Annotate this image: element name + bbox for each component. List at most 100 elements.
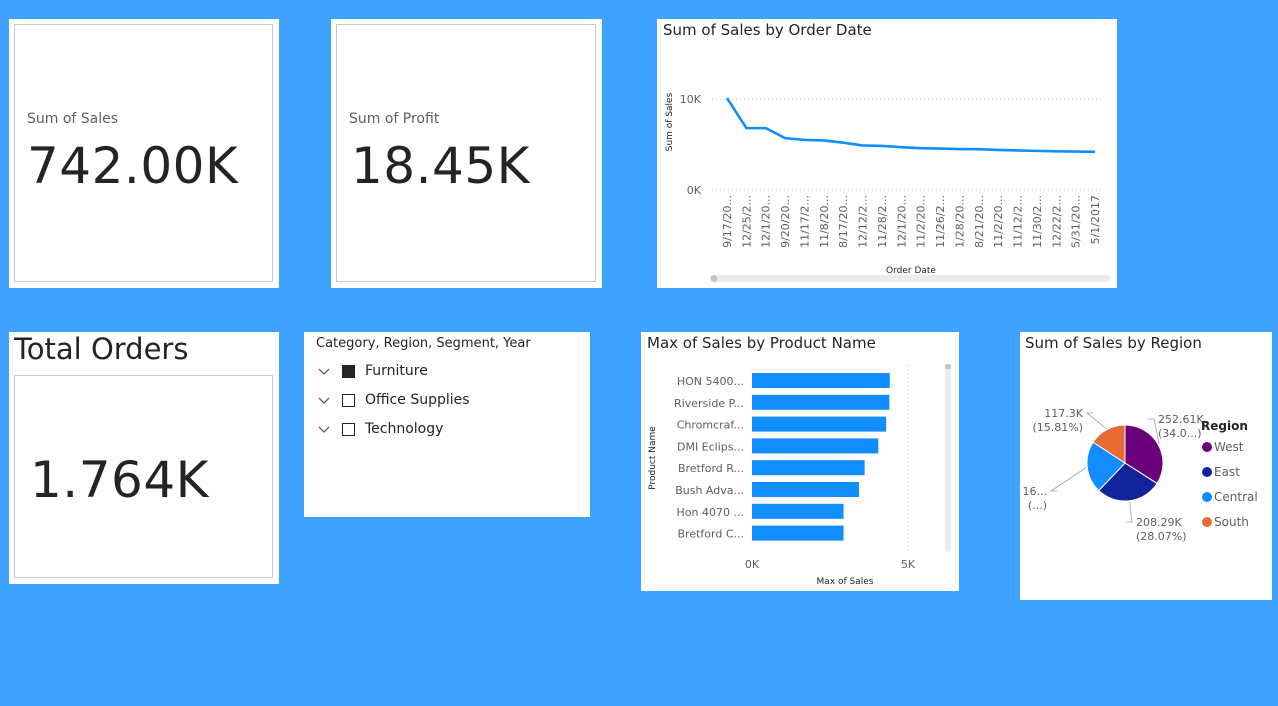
- x-tick-label: 12/12/2...: [857, 195, 870, 248]
- x-tick-label: 8/21/20...: [973, 195, 986, 248]
- profit-card[interactable]: Sum of Profit 18.45K: [331, 19, 602, 288]
- x-tick-label: 5/31/20...: [1070, 195, 1083, 248]
- legend-marker: [1202, 467, 1212, 477]
- legend-label: Central: [1214, 490, 1258, 504]
- y-tick-label: Chromcraf...: [677, 419, 744, 432]
- sales-by-region-chart[interactable]: Sum of Sales by Region 252.61K (34.0...) 2…: [1020, 332, 1272, 600]
- legend-label: East: [1214, 465, 1240, 479]
- y-tick-label: Riverside P...: [674, 397, 744, 410]
- x-axis-title: Order Date: [886, 266, 936, 276]
- slicer-item-label: Furniture: [365, 363, 428, 379]
- bar: [752, 373, 890, 388]
- x-tick-label: 11/26/2...: [934, 195, 947, 248]
- bar: [752, 394, 890, 410]
- leader-line: [1085, 412, 1107, 430]
- y-tick-label: DMI Eclips...: [677, 440, 744, 453]
- y-tick-label: Hon 4070 ...: [677, 506, 744, 519]
- slicer-header: Category, Region, Segment, Year: [316, 336, 531, 351]
- y-tick-label: Bush Adva...: [675, 484, 744, 497]
- x-tick-label: 12/1/20...: [895, 195, 908, 248]
- max-sales-by-product-chart[interactable]: Max of Sales by Product Name HON 5400...…: [641, 332, 959, 591]
- slicer-item-office-supplies[interactable]: Office Supplies: [316, 389, 470, 411]
- orders-card-value: 1.764K: [30, 451, 209, 509]
- profit-card-frame: Sum of Profit 18.45K: [336, 24, 596, 282]
- sales-card[interactable]: Sum of Sales 742.00K: [9, 19, 279, 288]
- x-tick-label: 11/2/20...: [992, 195, 1005, 248]
- slicer-item-furniture[interactable]: Furniture: [316, 360, 428, 382]
- data-label: (15.81%): [1032, 421, 1083, 434]
- pie-chart-plot: 252.61K(34.0...) 208.29K(28.07%) 16...(...…: [1023, 407, 1258, 543]
- x-tick-label: 11/30/2...: [1031, 195, 1044, 248]
- bar: [752, 503, 844, 519]
- slicer-item-technology[interactable]: Technology: [316, 418, 443, 440]
- legend-marker: [1202, 492, 1212, 502]
- x-tick-label: 9/20/20...: [779, 195, 792, 248]
- y-axis-title: Product Name: [648, 426, 658, 490]
- x-tick-label: 5K: [901, 558, 916, 571]
- data-label: 16...: [1023, 485, 1048, 498]
- legend-label: South: [1214, 515, 1249, 529]
- data-label: 117.3K: [1044, 407, 1083, 420]
- x-tick-label: 11/28/2...: [876, 195, 889, 248]
- data-label: 252.61K: [1158, 413, 1204, 426]
- category-slicer[interactable]: Category, Region, Segment, Year Furnitur…: [304, 332, 590, 517]
- x-tick-label: 11/12/2...: [1012, 195, 1025, 248]
- profit-card-value: 18.45K: [351, 137, 530, 195]
- bar: [752, 525, 844, 541]
- legend-title: Region: [1201, 419, 1248, 433]
- y-tick-label: 10K: [680, 93, 702, 106]
- x-tick-label: 11/8/20...: [818, 195, 831, 248]
- y-axis-title: Sum of Sales: [665, 92, 675, 151]
- chevron-down-icon[interactable]: [316, 364, 332, 378]
- bar-chart-plot: HON 5400... Riverside P... Chromcraf... DMI…: [648, 364, 951, 587]
- x-tick-label: 12/25/2...: [740, 195, 753, 248]
- orders-card[interactable]: Total Orders 1.764K: [9, 332, 279, 584]
- chevron-down-icon[interactable]: [316, 393, 332, 407]
- scrollbar-track: [945, 364, 951, 552]
- slicer-item-label: Office Supplies: [365, 392, 470, 408]
- orders-card-frame: 1.764K: [14, 375, 273, 578]
- checkbox-technology[interactable]: [342, 422, 355, 436]
- x-tick-label: 12/1/20...: [760, 195, 773, 248]
- chevron-down-icon[interactable]: [316, 422, 332, 436]
- data-label: (28.07%): [1136, 530, 1187, 543]
- x-tick-label: 11/2/20...: [915, 195, 928, 248]
- series-line: [725, 97, 1096, 154]
- bar: [752, 438, 879, 454]
- sales-card-value: 742.00K: [27, 137, 239, 195]
- x-tick-label: 11/17/2...: [798, 195, 811, 248]
- checkbox-furniture[interactable]: [342, 364, 355, 378]
- legend-label: West: [1214, 440, 1244, 454]
- leader-line: [1049, 467, 1087, 492]
- profit-card-label: Sum of Profit: [349, 111, 440, 127]
- sales-card-frame: Sum of Sales 742.00K: [14, 24, 273, 282]
- sales-card-label: Sum of Sales: [27, 111, 119, 127]
- y-tick-label: Bretford C...: [678, 528, 745, 541]
- bar: [752, 416, 887, 432]
- x-tick-label: 0K: [745, 558, 760, 571]
- legend-marker: [1202, 517, 1212, 527]
- sales-by-order-date-chart[interactable]: Sum of Sales by Order Date 10K 0K Sum of S…: [657, 19, 1117, 288]
- x-tick-label: 12/22/2...: [1050, 195, 1063, 248]
- y-tick-label: Bretford R...: [678, 462, 744, 475]
- legend-marker: [1202, 442, 1212, 452]
- line-chart-plot: 10K 0K Sum of Sales 9/17/20... 12/25/2... 12/…: [665, 92, 1110, 282]
- data-label: 208.29K: [1136, 516, 1182, 529]
- scrollbar-thumb: [710, 275, 718, 282]
- checkbox-office-supplies[interactable]: [342, 393, 355, 407]
- slicer-item-label: Technology: [365, 421, 444, 437]
- x-tick-label: 5/1/2017: [1089, 195, 1102, 244]
- x-axis-title: Max of Sales: [817, 577, 874, 587]
- orders-card-title: Total Orders: [14, 332, 189, 366]
- x-tick-label: 9/17/20...: [721, 195, 734, 248]
- y-tick-label: HON 5400...: [677, 375, 744, 388]
- data-label: (34.0...): [1158, 427, 1202, 440]
- leader-line: [1126, 501, 1133, 523]
- scrollbar-track: [710, 275, 1110, 282]
- data-label: (...): [1028, 499, 1047, 512]
- y-tick-label: 0K: [687, 184, 702, 197]
- scrollbar-thumb: [945, 364, 951, 369]
- bar: [752, 460, 865, 476]
- x-tick-label: 8/17/20...: [837, 195, 850, 248]
- bar: [752, 482, 860, 497]
